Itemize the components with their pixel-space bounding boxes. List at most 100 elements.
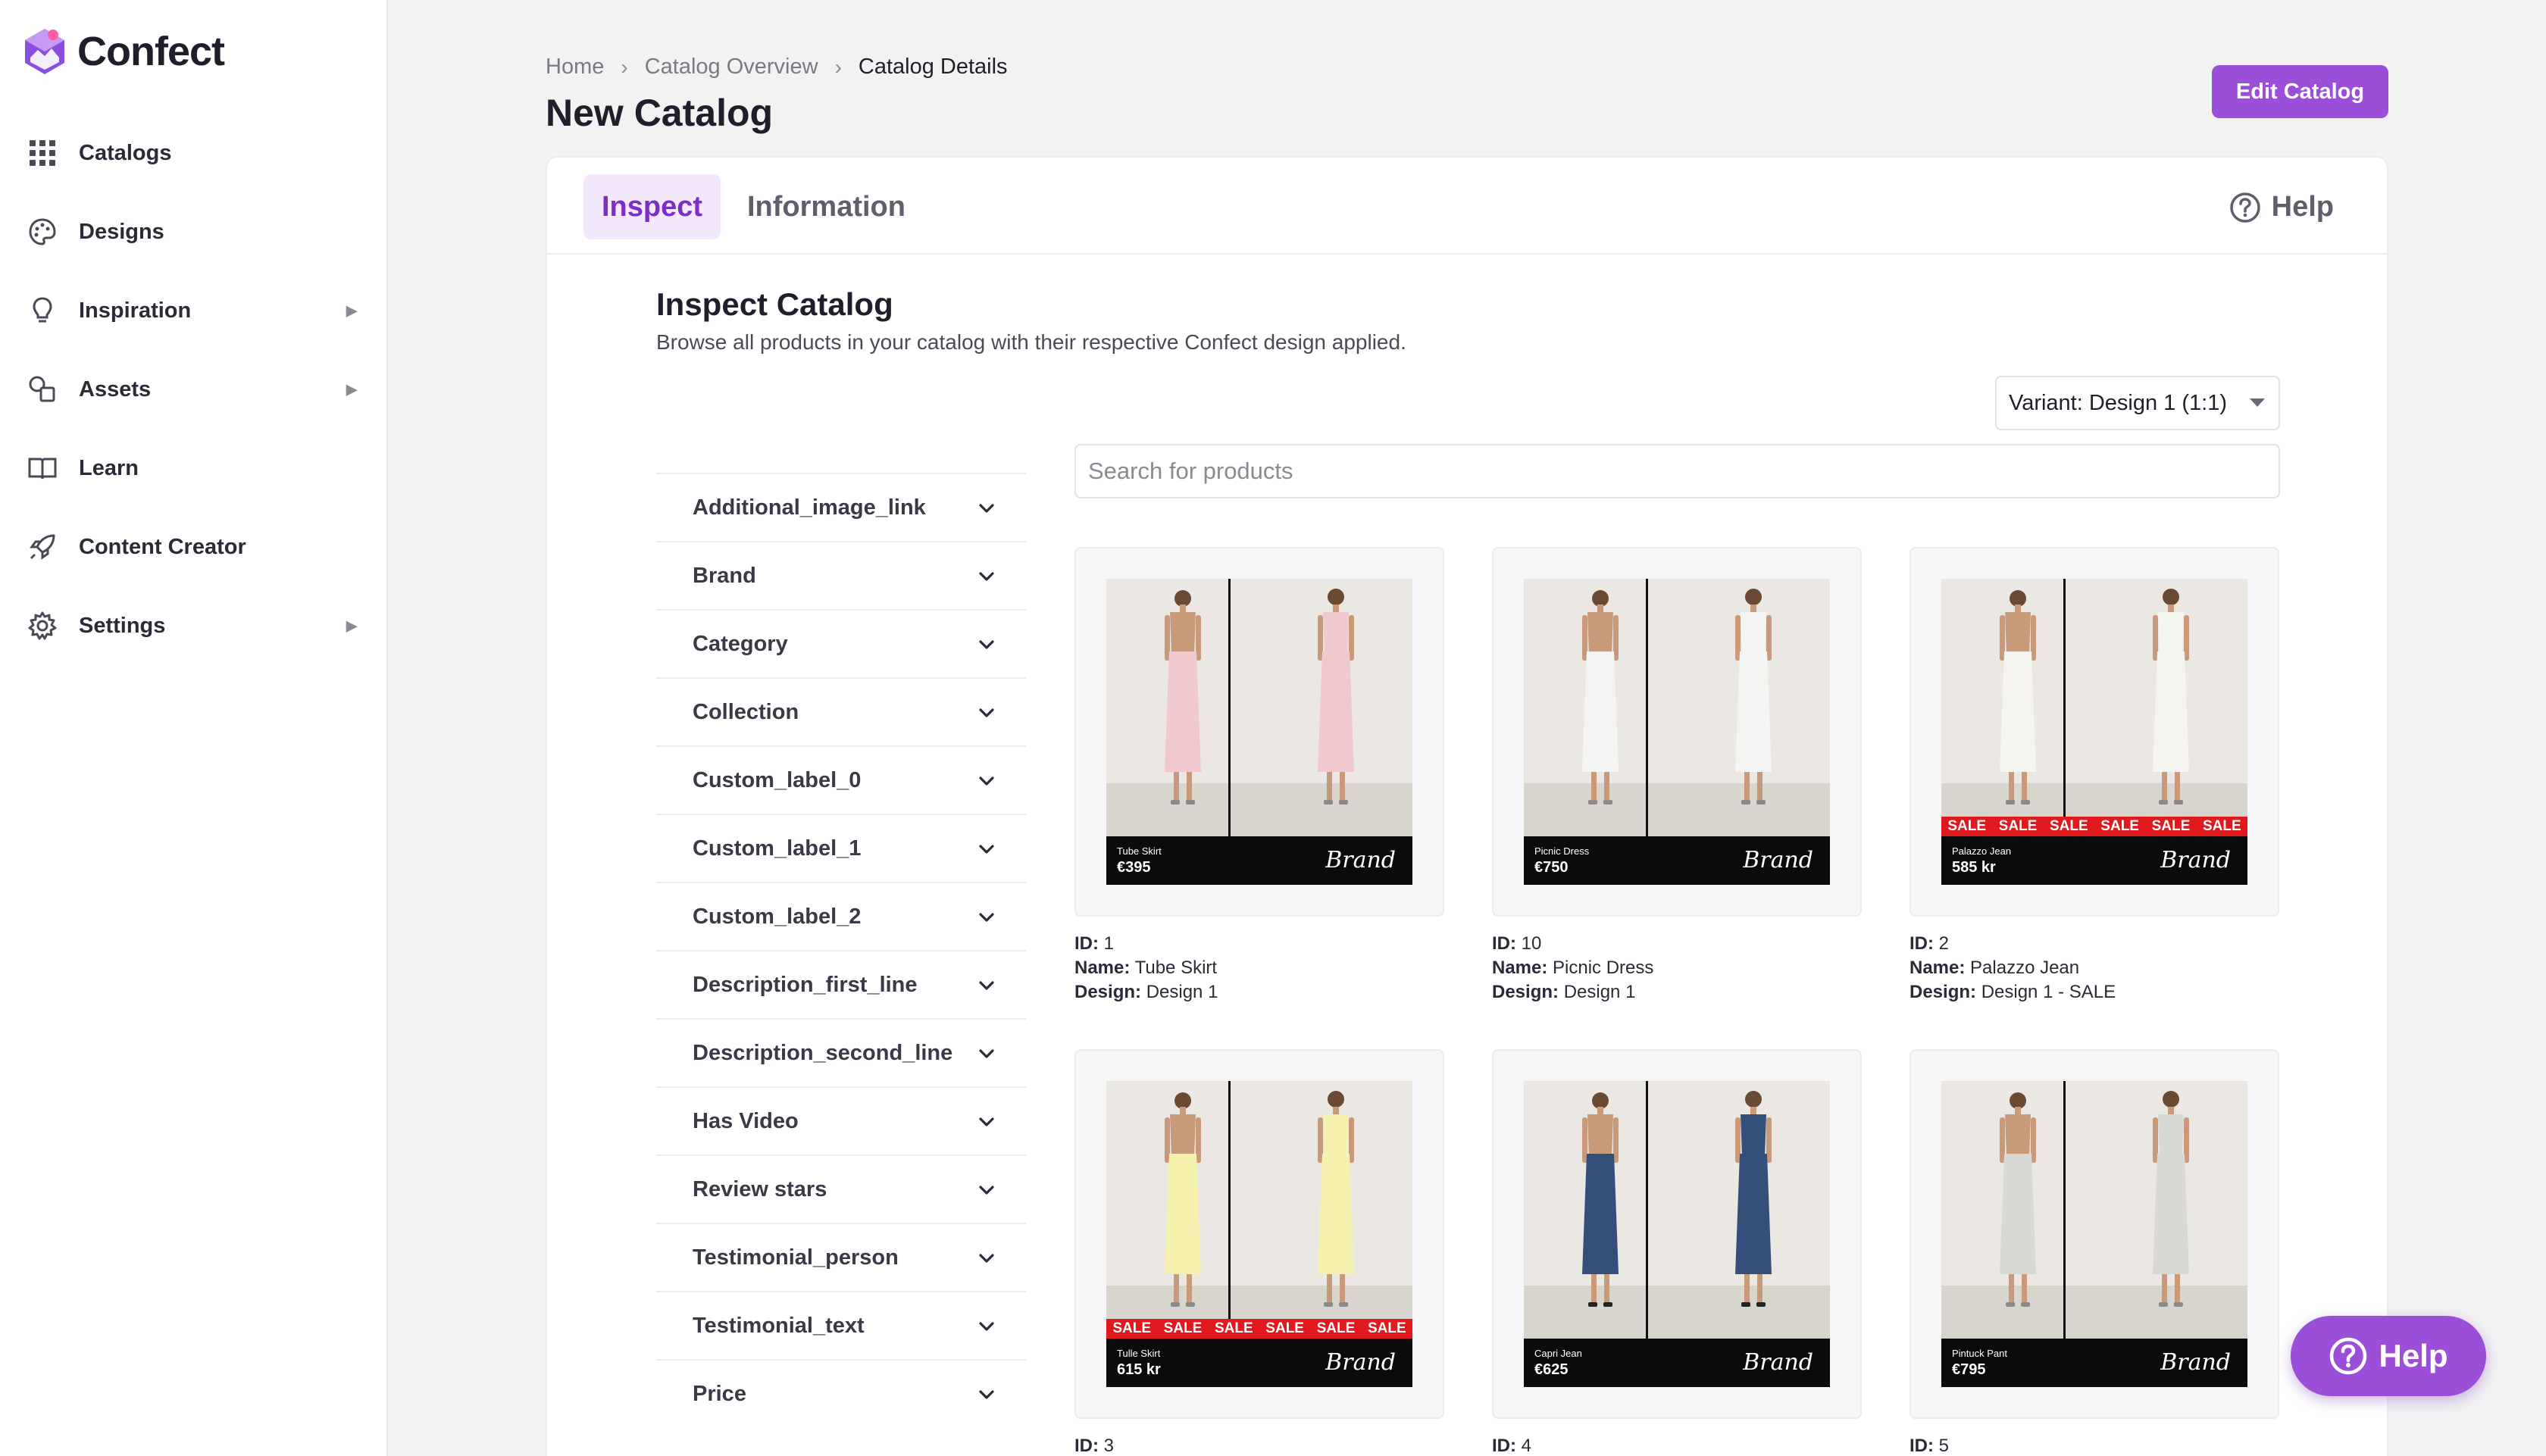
product-image-frame: Tube Skirt €395 Brand: [1106, 579, 1412, 885]
filter-item[interactable]: Collection: [656, 677, 1026, 745]
product-design: Design 1: [1146, 982, 1218, 1002]
product-id-row: ID: 5: [1910, 1434, 2279, 1456]
sale-banner: SALE SALE SALE SALE SALE SALE: [1106, 1319, 1412, 1339]
filter-label: Testimonial_text: [693, 1313, 865, 1338]
product-thumbnail[interactable]: Pintuck Pant €795 Brand: [1910, 1049, 2279, 1419]
sidebar-item-designs[interactable]: Designs: [0, 192, 386, 271]
filter-item[interactable]: Category: [656, 609, 1026, 677]
sidebar-item-label: Catalogs: [79, 140, 172, 165]
product-overlay-name: Picnic Dress: [1534, 845, 1590, 857]
variant-select[interactable]: Variant: Design 1 (1:1): [1995, 376, 2280, 430]
filter-item[interactable]: Description_first_line: [656, 950, 1026, 1018]
sidebar-item-catalogs[interactable]: Catalogs: [0, 114, 386, 192]
chevron-down-icon: [979, 1117, 994, 1126]
sidebar-item-learn[interactable]: Learn: [0, 429, 386, 508]
tab-information[interactable]: Information: [729, 174, 924, 239]
filter-item[interactable]: Price: [656, 1359, 1026, 1427]
sidebar-item-content-creator[interactable]: Content Creator: [0, 508, 386, 586]
sidebar-item-settings[interactable]: Settings ▶: [0, 586, 386, 665]
filter-label: Review stars: [693, 1176, 827, 1201]
product-id: 10: [1521, 933, 1542, 954]
filter-item[interactable]: Additional_image_link: [656, 473, 1026, 541]
chevron-down-icon: [979, 1390, 994, 1399]
brand-signature: Brand: [1325, 847, 1396, 873]
filter-list: Additional_image_link Brand Category Collec…: [656, 473, 1026, 1427]
id-label: ID:: [1492, 1436, 1516, 1456]
chevron-right-icon: ›: [834, 55, 842, 79]
search-input[interactable]: [1074, 444, 2280, 498]
breadcrumb-current: Catalog Details: [858, 55, 1008, 79]
product-card[interactable]: Pintuck Pant €795 Brand ID: 5: [1910, 1049, 2279, 1456]
product-thumbnail[interactable]: Picnic Dress €750 Brand: [1492, 547, 1862, 917]
chevron-right-icon: ›: [621, 55, 628, 79]
chevron-down-icon: [979, 708, 994, 717]
inspect-title: Inspect Catalog: [656, 286, 893, 322]
logo[interactable]: Confect: [23, 27, 225, 76]
filter-item[interactable]: Testimonial_text: [656, 1291, 1026, 1359]
help-link-label: Help: [2271, 191, 2334, 223]
filter-item[interactable]: Custom_label_0: [656, 745, 1026, 814]
grid-icon: [26, 136, 59, 170]
product-card[interactable]: Tube Skirt €395 Brand ID: 1 Name: Tube Skirt…: [1074, 547, 1444, 1005]
sidebar-item-inspiration[interactable]: Inspiration ▶: [0, 271, 386, 350]
product-overlay-price: 615 kr: [1117, 1361, 1161, 1378]
help-link[interactable]: Help: [2229, 191, 2334, 223]
product-card[interactable]: Picnic Dress €750 Brand ID: 10 Name: Picnic …: [1492, 547, 1862, 1005]
id-label: ID:: [1910, 1436, 1934, 1456]
help-fab-label: Help: [2379, 1338, 2448, 1373]
filter-label: Additional_image_link: [693, 495, 926, 520]
product-id: 5: [1938, 1436, 1950, 1456]
tab-inspect[interactable]: Inspect: [583, 174, 721, 239]
design-label: Design:: [1492, 982, 1559, 1002]
product-id: 1: [1103, 933, 1115, 954]
filter-item[interactable]: Custom_label_2: [656, 882, 1026, 950]
product-card[interactable]: SALE SALE SALE SALE SALE SALE Tulle Skirt 615 k…: [1074, 1049, 1444, 1456]
filter-item[interactable]: Description_second_line: [656, 1018, 1026, 1086]
product-id-row: ID: 10: [1492, 932, 1862, 956]
product-image-frame: SALE SALE SALE SALE SALE SALE Tulle Skirt 615 k…: [1106, 1081, 1412, 1387]
product-thumbnail[interactable]: Tube Skirt €395 Brand: [1074, 547, 1444, 917]
help-fab-button[interactable]: Help: [2291, 1316, 2486, 1396]
filter-label: Category: [693, 631, 788, 656]
filter-item[interactable]: Testimonial_person: [656, 1223, 1026, 1291]
sale-label: SALE: [1163, 1320, 1203, 1336]
breadcrumb-catalog-overview[interactable]: Catalog Overview: [645, 55, 818, 80]
product-overlay-price: €395: [1117, 859, 1151, 876]
filter-item[interactable]: Brand: [656, 541, 1026, 609]
product-card[interactable]: SALE SALE SALE SALE SALE SALE Palazzo Jean 585 …: [1910, 547, 2279, 1005]
product-card[interactable]: Capri Jean €625 Brand ID: 4: [1492, 1049, 1862, 1456]
product-image: [1941, 579, 2247, 885]
variant-select-value: Variant: Design 1 (1:1): [2009, 390, 2227, 415]
brand-signature: Brand: [2160, 1349, 2231, 1376]
product-image: [1106, 1081, 1412, 1387]
filter-item[interactable]: Has Video: [656, 1086, 1026, 1154]
sidebar-nav: Catalogs Designs Inspiration ▶ Assets ▶: [0, 114, 386, 665]
sidebar-item-label: Assets: [79, 376, 152, 401]
book-icon: [26, 451, 59, 485]
product-thumbnail[interactable]: SALE SALE SALE SALE SALE SALE Palazzo Jean 585 …: [1910, 547, 2279, 917]
submenu-arrow-icon: ▶: [346, 302, 358, 320]
product-meta: ID: 10 Name: Picnic Dress Design: Design 1: [1492, 932, 1862, 1005]
product-id: 4: [1521, 1436, 1532, 1456]
shapes-icon: [26, 373, 59, 406]
product-thumbnail[interactable]: Capri Jean €625 Brand: [1492, 1049, 1862, 1419]
product-id: 3: [1103, 1436, 1115, 1456]
product-name: Tube Skirt: [1134, 958, 1218, 978]
chevron-down-icon: [979, 1049, 994, 1058]
product-thumbnail[interactable]: SALE SALE SALE SALE SALE SALE Tulle Skirt 615 k…: [1074, 1049, 1444, 1419]
filter-label: Custom_label_1: [693, 836, 862, 861]
edit-catalog-button[interactable]: Edit Catalog: [2212, 65, 2388, 118]
product-id-row: ID: 4: [1492, 1434, 1862, 1456]
sidebar-item-assets[interactable]: Assets ▶: [0, 350, 386, 429]
filter-item[interactable]: Review stars: [656, 1154, 1026, 1223]
sidebar-item-label: Inspiration: [79, 298, 192, 323]
product-meta: ID: 3: [1074, 1434, 1444, 1456]
breadcrumb-home[interactable]: Home: [546, 55, 604, 80]
sale-label: SALE: [2100, 818, 2139, 834]
product-overlay-name: Tulle Skirt: [1117, 1348, 1161, 1359]
filter-item[interactable]: Custom_label_1: [656, 814, 1026, 882]
product-meta: ID: 1 Name: Tube Skirt Design: Design 1: [1074, 932, 1444, 1005]
inspect-subtitle: Browse all products in your catalog with…: [656, 330, 1406, 354]
id-label: ID:: [1074, 933, 1099, 954]
palette-icon: [26, 215, 59, 248]
